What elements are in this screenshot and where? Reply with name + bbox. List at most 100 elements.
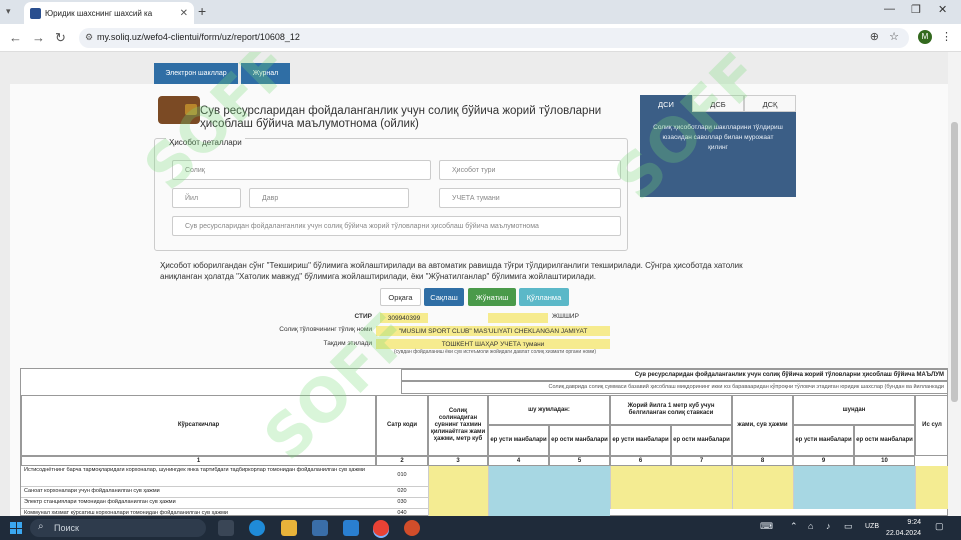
col-of-which: шундан <box>793 395 915 425</box>
url-text[interactable]: my.soliq.uz/wefo4-clientui/form/uz/repor… <box>97 32 300 42</box>
windows-start-icon[interactable] <box>10 522 22 534</box>
report-type-select[interactable]: Ҳисобот тури <box>439 160 621 180</box>
save-button[interactable]: Сақлаш <box>424 288 464 306</box>
cell-input[interactable] <box>915 466 948 487</box>
cell-input[interactable] <box>428 509 488 516</box>
pinfl-label: ЖШШИР <box>552 313 579 320</box>
col-number: 8 <box>732 456 793 466</box>
app-icon[interactable] <box>404 520 420 536</box>
tab-dsb[interactable]: ДСБ <box>692 95 744 112</box>
stir-value: 309940399 <box>380 313 428 323</box>
cell-input[interactable] <box>915 487 948 498</box>
col-number: 6 <box>610 456 671 466</box>
store-icon[interactable] <box>312 520 328 536</box>
zoom-icon[interactable]: ⊕ <box>870 30 879 43</box>
tab-dsq[interactable]: ДСҚ <box>744 95 796 112</box>
row-name: Саноат корхоналари учун фойдаланилган су… <box>24 488 160 494</box>
cell-input[interactable] <box>488 466 610 487</box>
tab-search-icon[interactable]: ▾ <box>6 6 11 17</box>
cell-input[interactable] <box>428 498 488 509</box>
taxpayer-name-label: Солиқ тўловчининг тўлиқ номи <box>279 326 372 333</box>
avatar[interactable]: M <box>918 30 932 44</box>
col-total: жами, сув ҳажми <box>732 395 793 456</box>
tab-electronic-forms[interactable]: Электрон шакллар <box>154 63 238 84</box>
back-button[interactable]: Орқага <box>380 288 421 306</box>
site-favicon-icon <box>30 7 41 19</box>
row-name: Истисоднётнинг барча тармоқларидаги корх… <box>24 467 365 473</box>
row-code: 030 <box>397 499 407 505</box>
tab-journal[interactable]: Журнал <box>241 63 290 84</box>
year-select[interactable]: Йил <box>172 188 241 208</box>
windows-taskbar: ⌕ Поиск ⌨ ⌃ ⌂ ♪ ▭ UZB 9:24 22.04.2024 ▢ <box>0 516 961 540</box>
new-tab-icon[interactable]: + <box>198 3 206 19</box>
star-icon[interactable]: ☆ <box>889 30 899 43</box>
maximize-icon[interactable]: ❐ <box>911 3 921 16</box>
notifications-icon[interactable]: ▢ <box>935 521 944 532</box>
page-scrollbar[interactable] <box>948 52 961 516</box>
file-explorer-icon[interactable] <box>281 520 297 536</box>
forward-icon[interactable]: → <box>32 30 45 45</box>
clock[interactable]: 9:24 22.04.2024 <box>886 517 921 539</box>
district-label: Тақдим этилади <box>323 340 372 347</box>
battery-icon[interactable]: ▭ <box>844 521 853 532</box>
col-number: 2 <box>376 456 428 466</box>
table-row: Коммунал хизмат кўрсатиш корхоналари том… <box>21 509 948 516</box>
district-select[interactable]: УЧЕТА тумани <box>439 188 621 208</box>
cell-input[interactable] <box>610 487 732 498</box>
cell-input[interactable] <box>915 498 948 509</box>
scrollbar-thumb[interactable] <box>951 122 958 402</box>
minimize-icon[interactable]: — <box>884 3 895 15</box>
window-close-icon[interactable]: ✕ <box>938 3 947 16</box>
mail-icon[interactable] <box>343 520 359 536</box>
page-content: Электрон шакллар Журнал Сув ресурсларида… <box>0 52 948 516</box>
cell-input[interactable] <box>488 487 610 498</box>
volume-icon[interactable]: ♪ <box>826 521 831 531</box>
cell-input[interactable] <box>488 498 610 509</box>
cell-input[interactable] <box>732 466 793 487</box>
cell-input[interactable] <box>793 466 915 487</box>
chevron-up-icon[interactable]: ⌃ <box>790 521 798 532</box>
pinfl-value <box>488 313 548 323</box>
cell-input[interactable] <box>610 498 732 509</box>
col-more: Ис сул <box>915 395 948 456</box>
cell-input[interactable] <box>793 487 915 498</box>
close-tab-icon[interactable]: ✕ <box>180 8 188 19</box>
back-icon[interactable]: ← <box>9 30 22 45</box>
keyboard-icon[interactable]: ⌨ <box>760 521 773 532</box>
row-code: 010 <box>397 472 407 478</box>
period-select[interactable]: Давр <box>249 188 409 208</box>
browser-tab[interactable]: Юридик шахснинг шахсий ка ✕ <box>24 2 194 24</box>
address-bar[interactable]: ⚙ my.soliq.uz/wefo4-clientui/form/uz/rep… <box>79 28 909 48</box>
col-including: шу жумладан: <box>488 395 610 425</box>
cell-input[interactable] <box>428 466 488 487</box>
dsi-tabs: ДСИ ДСБ ДСҚ <box>640 95 796 112</box>
network-icon[interactable]: ⌂ <box>808 521 813 531</box>
cell-input[interactable] <box>610 466 732 487</box>
edge-icon[interactable] <box>249 520 265 536</box>
chrome-icon[interactable] <box>373 520 389 536</box>
kebab-icon[interactable]: ⋮ <box>941 30 952 43</box>
search-icon: ⌕ <box>38 521 44 532</box>
taxpayer-name-value: "MUSLIM SPORT CLUB" MAS'ULIYATI CHEKLANG… <box>376 326 610 336</box>
col-row-code: Сатр коди <box>376 395 428 456</box>
reload-icon[interactable]: ↻ <box>55 30 66 46</box>
task-view-icon[interactable] <box>218 520 234 536</box>
language-indicator[interactable]: UZB <box>865 523 879 530</box>
tab-dsi[interactable]: ДСИ <box>640 95 692 112</box>
cell-input[interactable] <box>428 487 488 498</box>
col-number: 4 <box>488 456 549 466</box>
tax-select[interactable]: Солиқ <box>172 160 431 180</box>
cell-input[interactable] <box>488 509 610 516</box>
cell-input[interactable] <box>793 498 915 509</box>
cell-input[interactable] <box>732 498 793 509</box>
clock-date: 22.04.2024 <box>885 530 921 537</box>
taskbar-search[interactable]: ⌕ Поиск <box>30 519 206 537</box>
site-info-icon[interactable]: ⚙ <box>85 32 93 43</box>
col-number: 3 <box>428 456 488 466</box>
send-button[interactable]: Жўнатиш <box>468 288 516 306</box>
col-inc-underground: ер ости манбалари <box>549 425 610 456</box>
report-name-field[interactable]: Сув ресурсларидан фойдаланганлик учун со… <box>172 216 621 236</box>
col-number: 1 <box>21 456 376 466</box>
help-button[interactable]: Қўлланма <box>519 288 569 306</box>
cell-input[interactable] <box>732 487 793 498</box>
